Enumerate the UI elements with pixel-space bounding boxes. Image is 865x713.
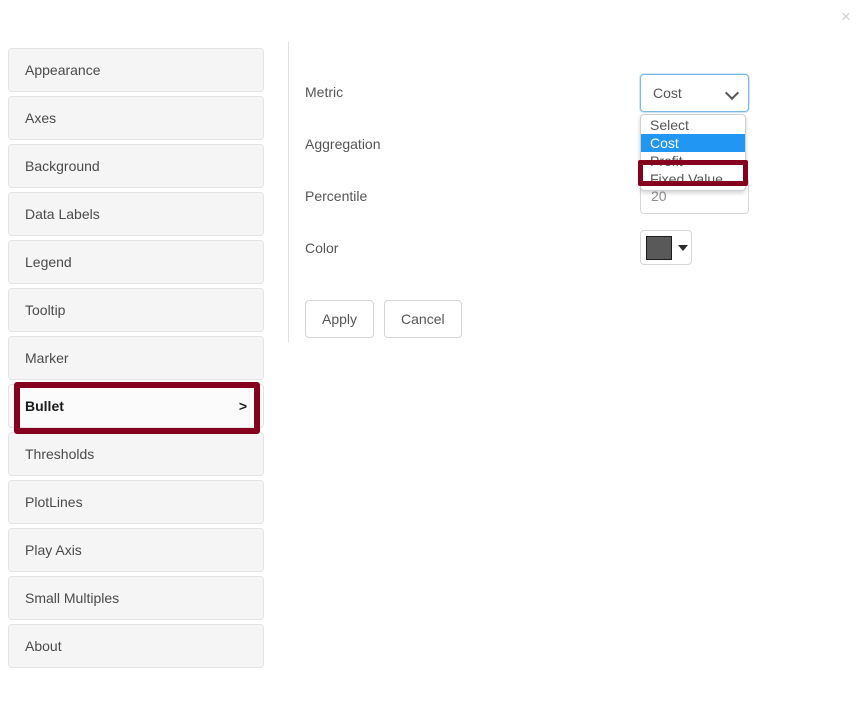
- color-picker[interactable]: [640, 230, 692, 265]
- metric-control: Cost Select Cost Profit Fixed Value: [638, 74, 749, 191]
- sidebar-item-background[interactable]: Background: [8, 144, 264, 188]
- sidebar-item-label: PlotLines: [25, 494, 83, 510]
- sidebar-item-label: Thresholds: [25, 446, 95, 462]
- apply-button[interactable]: Apply: [305, 300, 375, 338]
- sidebar-item-axes[interactable]: Axes: [8, 96, 264, 140]
- sidebar-item-data-labels[interactable]: Data Labels: [8, 192, 264, 236]
- sidebar-item-thresholds[interactable]: Thresholds: [8, 432, 264, 476]
- metric-option-select[interactable]: Select: [641, 116, 745, 134]
- sidebar-item-label: Legend: [25, 254, 72, 270]
- sidebar-item-label: Marker: [25, 350, 69, 366]
- color-row: Color: [305, 230, 775, 282]
- sidebar-item-legend[interactable]: Legend: [8, 240, 264, 284]
- metric-option-list[interactable]: Select Cost Profit Fixed Value: [640, 114, 746, 191]
- color-control: [640, 230, 692, 265]
- form-actions: Apply Cancel: [305, 300, 462, 338]
- metric-option-profit[interactable]: Profit: [641, 152, 745, 170]
- sidebar-item-label: Background: [25, 158, 100, 174]
- sidebar-item-label: Bullet: [25, 398, 64, 414]
- sidebar-item-tooltip[interactable]: Tooltip: [8, 288, 264, 332]
- settings-sidebar: Appearance Axes Background Data Labels L…: [8, 48, 264, 672]
- aggregation-label: Aggregation: [305, 136, 381, 152]
- sidebar-item-label: Appearance: [25, 62, 101, 78]
- sidebar-item-appearance[interactable]: Appearance: [8, 48, 264, 92]
- sidebar-item-marker[interactable]: Marker: [8, 336, 264, 380]
- chevron-down-icon: [726, 86, 740, 100]
- metric-select[interactable]: Cost: [640, 74, 749, 112]
- metric-option-cost[interactable]: Cost: [641, 134, 745, 152]
- percentile-label: Percentile: [305, 188, 368, 204]
- sidebar-item-label: Tooltip: [25, 302, 66, 318]
- metric-option-fixed-value[interactable]: Fixed Value: [641, 170, 745, 188]
- color-label: Color: [305, 240, 339, 256]
- sidebar-item-plotlines[interactable]: PlotLines: [8, 480, 264, 524]
- sidebar-item-label: Play Axis: [25, 542, 82, 558]
- panel-divider: [288, 42, 289, 342]
- metric-row: Metric Cost Select Cost Profit Fixed Val…: [305, 74, 775, 191]
- chevron-right-icon: >: [238, 398, 247, 414]
- bullet-settings-form: Metric Cost Select Cost Profit Fixed Val…: [305, 74, 775, 282]
- metric-select-value: Cost: [653, 85, 682, 101]
- caret-down-icon: [678, 244, 688, 251]
- close-icon[interactable]: ×: [835, 6, 857, 28]
- sidebar-item-label: Data Labels: [25, 206, 100, 222]
- metric-label: Metric: [305, 84, 344, 100]
- sidebar-item-small-multiples[interactable]: Small Multiples: [8, 576, 264, 620]
- color-swatch: [646, 235, 672, 260]
- sidebar-item-label: Axes: [25, 110, 57, 126]
- sidebar-item-play-axis[interactable]: Play Axis: [8, 528, 264, 572]
- sidebar-item-about[interactable]: About: [8, 624, 264, 668]
- sidebar-item-label: Small Multiples: [25, 590, 120, 606]
- cancel-button[interactable]: Cancel: [384, 300, 462, 338]
- sidebar-item-bullet[interactable]: Bullet >: [8, 384, 264, 428]
- sidebar-item-label: About: [25, 638, 62, 654]
